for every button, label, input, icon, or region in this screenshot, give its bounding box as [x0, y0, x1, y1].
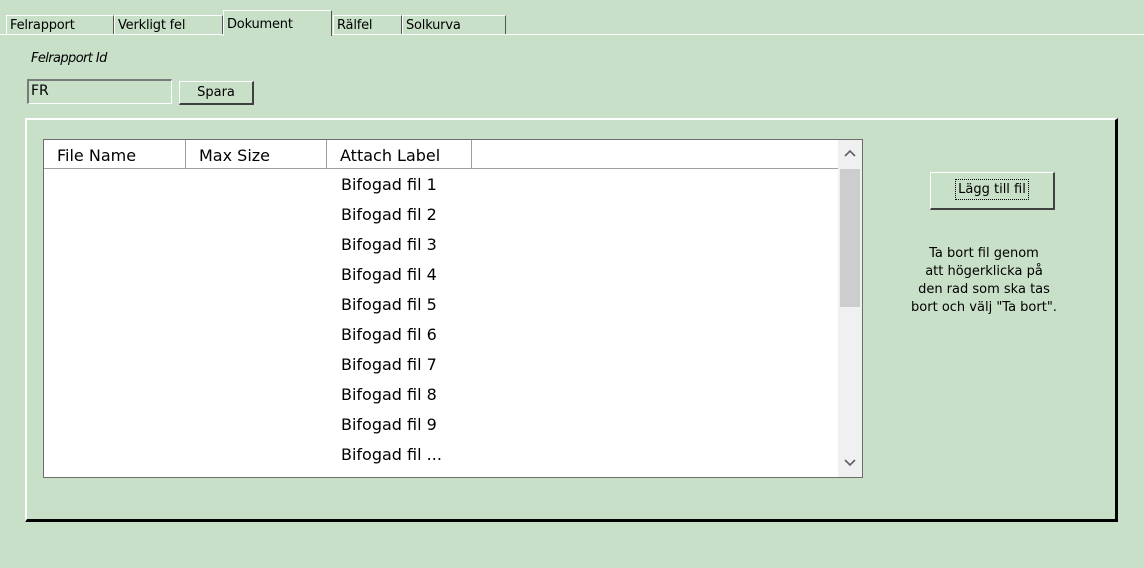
- tab-felrapport[interactable]: Felrapport: [6, 15, 114, 34]
- cell-attach-label: Bifogad fil ...: [341, 445, 442, 464]
- table-row[interactable]: Bifogad fil 4: [44, 261, 839, 291]
- scroll-up-button[interactable]: [838, 140, 862, 166]
- save-button[interactable]: Spara: [179, 81, 254, 105]
- chevron-up-icon: [844, 149, 856, 157]
- cell-attach-label: Bifogad fil 1: [341, 175, 437, 194]
- table-row[interactable]: Bifogad fil 2: [44, 201, 839, 231]
- chevron-down-icon: [844, 459, 856, 467]
- scrollbar-thumb[interactable]: [840, 169, 860, 307]
- felrapport-id-label: Felrapport Id: [31, 51, 107, 66]
- column-header-attach-label[interactable]: Attach Label: [327, 140, 472, 169]
- help-line: bort och välj "Ta bort".: [911, 300, 1057, 315]
- scroll-down-button[interactable]: [838, 450, 862, 476]
- attachment-list[interactable]: File Name Max Size Attach Label Bifogad …: [43, 139, 863, 478]
- add-file-button[interactable]: Lägg till fil: [930, 172, 1055, 210]
- tab-verkligt-fel[interactable]: Verkligt fel: [114, 15, 223, 34]
- cell-attach-label: Bifogad fil 2: [341, 205, 437, 224]
- column-header-max-size[interactable]: Max Size: [186, 140, 327, 169]
- cell-attach-label: Bifogad fil 8: [341, 385, 437, 404]
- table-row[interactable]: Bifogad fil 7: [44, 351, 839, 381]
- table-row[interactable]: Bifogad fil ...: [44, 441, 839, 471]
- vertical-scrollbar[interactable]: [838, 140, 862, 477]
- table-row[interactable]: Bifogad fil 1: [44, 171, 839, 201]
- cell-attach-label: Bifogad fil 9: [341, 415, 437, 434]
- cell-attach-label: Bifogad fil 3: [341, 235, 437, 254]
- column-header-file-name[interactable]: File Name: [44, 140, 186, 169]
- cell-attach-label: Bifogad fil 4: [341, 265, 437, 284]
- tab-solkurva[interactable]: Solkurva: [402, 15, 506, 34]
- cell-attach-label: Bifogad fil 6: [341, 325, 437, 344]
- table-row[interactable]: Bifogad fil 3: [44, 231, 839, 261]
- tab-dokument[interactable]: Dokument: [223, 10, 332, 36]
- help-line: att högerklicka på: [925, 264, 1043, 279]
- table-row[interactable]: Bifogad fil 5: [44, 291, 839, 321]
- table-row[interactable]: Bifogad fil 6: [44, 321, 839, 351]
- cell-attach-label: Bifogad fil 5: [341, 295, 437, 314]
- list-header: File Name Max Size Attach Label: [44, 140, 839, 169]
- list-rows: Bifogad fil 1 Bifogad fil 2 Bifogad fil …: [44, 171, 839, 471]
- tab-bar: Felrapport Verkligt fel Dokument Rälfel …: [6, 10, 516, 36]
- felrapport-id-field[interactable]: FR: [27, 79, 172, 104]
- table-row[interactable]: Bifogad fil 8: [44, 381, 839, 411]
- remove-file-help-text: Ta bort fil genom att högerklicka på den…: [866, 245, 1102, 317]
- help-line: Ta bort fil genom: [929, 246, 1039, 261]
- cell-attach-label: Bifogad fil 7: [341, 355, 437, 374]
- column-header-filler: [472, 140, 839, 169]
- add-file-button-label: Lägg till fil: [955, 179, 1029, 200]
- tab-ralfel[interactable]: Rälfel: [333, 15, 402, 34]
- help-line: den rad som ska tas: [918, 282, 1050, 297]
- table-row[interactable]: Bifogad fil 9: [44, 411, 839, 441]
